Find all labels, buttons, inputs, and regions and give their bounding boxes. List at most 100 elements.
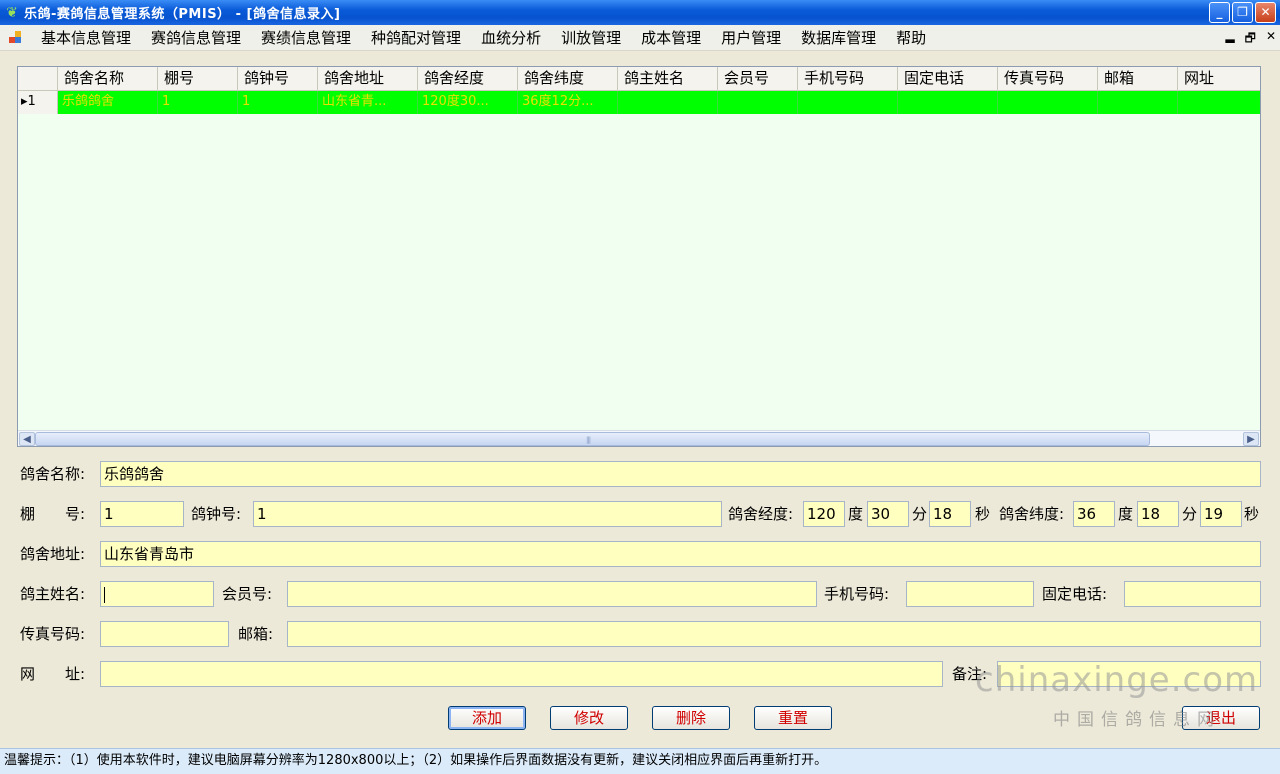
column-header[interactable]: 固定电话 xyxy=(898,67,998,90)
latitude-label: 鸽舍纬度: xyxy=(999,505,1065,523)
mdi-restore-button[interactable]: 🗗 xyxy=(1245,29,1256,50)
website-input[interactable] xyxy=(100,661,943,687)
table-row[interactable]: ▸1 乐鸽鸽舍 1 1 山东省青... 120度30... 36度12分... xyxy=(18,91,1260,114)
column-header[interactable]: 鸽舍纬度 xyxy=(518,67,618,90)
mdi-child-icon[interactable] xyxy=(9,30,23,45)
fax-input[interactable] xyxy=(100,621,229,647)
column-header[interactable]: 棚号 xyxy=(158,67,238,90)
longitude-second-input[interactable]: 18 xyxy=(929,501,971,527)
latitude-minute-input[interactable]: 18 xyxy=(1137,501,1179,527)
text-caret xyxy=(104,586,105,603)
column-header[interactable]: 手机号码 xyxy=(798,67,898,90)
loft-data-grid[interactable]: 鸽舍名称 棚号 鸽钟号 鸽舍地址 鸽舍经度 鸽舍纬度 鸽主姓名 会员号 手机号码… xyxy=(17,66,1261,447)
horizontal-scrollbar[interactable]: ◀ ||| ▶ xyxy=(18,430,1260,446)
menu-training[interactable]: 训放管理 xyxy=(551,26,631,50)
phone-label: 固定电话: xyxy=(1042,585,1108,603)
column-header[interactable]: 鸽主姓名 xyxy=(618,67,718,90)
latitude-second-unit: 秒 xyxy=(1244,505,1260,523)
menu-cost[interactable]: 成本管理 xyxy=(631,26,711,50)
clock-number-input[interactable]: 1 xyxy=(253,501,722,527)
loft-address-label: 鸽舍地址: xyxy=(20,545,86,563)
loft-number-input[interactable]: 1 xyxy=(100,501,184,527)
mdi-minimize-button[interactable]: ▂ xyxy=(1225,29,1234,50)
grid-corner[interactable] xyxy=(18,67,58,90)
member-number-label: 会员号: xyxy=(222,585,273,603)
grid-header: 鸽舍名称 棚号 鸽钟号 鸽舍地址 鸽舍经度 鸽舍纬度 鸽主姓名 会员号 手机号码… xyxy=(18,67,1260,91)
longitude-label: 鸽舍经度: xyxy=(728,505,794,523)
longitude-minute-input[interactable]: 30 xyxy=(867,501,909,527)
latitude-second-input[interactable]: 19 xyxy=(1200,501,1242,527)
minimize-button[interactable]: _ xyxy=(1209,2,1230,23)
mdi-controls: ▂ 🗗 ✕ xyxy=(1225,29,1276,50)
menu-breeding-pairs[interactable]: 种鸽配对管理 xyxy=(361,26,471,50)
scroll-grip-icon: ||| xyxy=(586,436,591,444)
column-header[interactable]: 会员号 xyxy=(718,67,798,90)
column-header[interactable]: 鸽钟号 xyxy=(238,67,318,90)
restore-button[interactable]: ❐ xyxy=(1232,2,1253,23)
email-input[interactable] xyxy=(287,621,1261,647)
latitude-minute-unit: 分 xyxy=(1182,505,1198,523)
table-cell[interactable] xyxy=(1178,91,1260,114)
mdi-close-button[interactable]: ✕ xyxy=(1266,29,1276,50)
table-cell[interactable]: 山东省青... xyxy=(318,91,418,114)
mobile-input[interactable] xyxy=(906,581,1034,607)
mobile-label: 手机号码: xyxy=(824,585,890,603)
menu-pedigree[interactable]: 血统分析 xyxy=(471,26,551,50)
latitude-degree-input[interactable]: 36 xyxy=(1073,501,1115,527)
column-header[interactable]: 传真号码 xyxy=(998,67,1098,90)
scroll-thumb[interactable]: ||| xyxy=(35,432,1150,446)
column-header[interactable]: 鸽舍地址 xyxy=(318,67,418,90)
add-button[interactable]: 添加 xyxy=(448,706,526,730)
menu-database[interactable]: 数据库管理 xyxy=(791,26,886,50)
close-button[interactable]: ✕ xyxy=(1255,2,1276,23)
menu-bar: 基本信息管理 赛鸽信息管理 赛绩信息管理 种鸽配对管理 血统分析 训放管理 成本… xyxy=(0,25,1280,51)
app-logo-icon: ❦ xyxy=(6,4,18,21)
latitude-degree-unit: 度 xyxy=(1118,505,1134,523)
loft-number-label: 棚 号: xyxy=(20,505,86,523)
table-cell[interactable]: 36度12分... xyxy=(518,91,618,114)
email-label: 邮箱: xyxy=(238,625,274,643)
longitude-minute-unit: 分 xyxy=(912,505,928,523)
delete-button[interactable]: 删除 xyxy=(652,706,730,730)
column-header[interactable]: 鸽舍名称 xyxy=(58,67,158,90)
menu-help[interactable]: 帮助 xyxy=(886,26,936,50)
column-header[interactable]: 网址 xyxy=(1178,67,1260,90)
menu-basic-info[interactable]: 基本信息管理 xyxy=(31,26,141,50)
status-bar: 温馨提示：（1）使用本软件时，建议电脑屏幕分辨率为1280x800以上；（2）如… xyxy=(0,748,1280,774)
table-cell[interactable] xyxy=(998,91,1098,114)
menu-users[interactable]: 用户管理 xyxy=(711,26,791,50)
longitude-degree-unit: 度 xyxy=(848,505,864,523)
title-bar[interactable]: ❦ 乐鸽-赛鸽信息管理系统（PMIS） - [鸽舍信息录入] _ ❐ ✕ xyxy=(0,0,1280,25)
loft-name-input[interactable]: 乐鸽鸽舍 xyxy=(100,461,1261,487)
watermark-site-name: 中国信鸽信息网 xyxy=(1053,710,1221,730)
table-cell[interactable] xyxy=(618,91,718,114)
table-cell[interactable] xyxy=(898,91,998,114)
table-cell[interactable]: 120度30... xyxy=(418,91,518,114)
longitude-degree-input[interactable]: 120 xyxy=(803,501,845,527)
owner-name-input[interactable] xyxy=(100,581,214,607)
table-cell[interactable] xyxy=(1098,91,1178,114)
loft-address-input[interactable]: 山东省青岛市 xyxy=(100,541,1261,567)
phone-input[interactable] xyxy=(1124,581,1261,607)
fax-label: 传真号码: xyxy=(20,625,86,643)
website-label: 网 址: xyxy=(20,665,86,683)
edit-button[interactable]: 修改 xyxy=(550,706,628,730)
table-cell[interactable]: 乐鸽鸽舍 xyxy=(58,91,158,114)
scroll-right-icon[interactable]: ▶ xyxy=(1243,432,1259,446)
menu-race-results[interactable]: 赛绩信息管理 xyxy=(251,26,361,50)
table-cell[interactable] xyxy=(798,91,898,114)
column-header[interactable]: 鸽舍经度 xyxy=(418,67,518,90)
loft-name-label: 鸽舍名称: xyxy=(20,465,86,483)
column-header[interactable]: 邮箱 xyxy=(1098,67,1178,90)
table-cell[interactable]: 1 xyxy=(238,91,318,114)
longitude-second-unit: 秒 xyxy=(975,505,991,523)
member-number-input[interactable] xyxy=(287,581,817,607)
menu-racing-pigeon[interactable]: 赛鸽信息管理 xyxy=(141,26,251,50)
scroll-left-icon[interactable]: ◀ xyxy=(19,432,35,446)
window-title: 乐鸽-赛鸽信息管理系统（PMIS） - [鸽舍信息录入] xyxy=(24,7,341,22)
watermark-domain: chinaxinge.com xyxy=(975,660,1259,700)
reset-button[interactable]: 重置 xyxy=(754,706,832,730)
table-cell[interactable] xyxy=(718,91,798,114)
row-indicator[interactable]: ▸1 xyxy=(18,91,58,114)
table-cell[interactable]: 1 xyxy=(158,91,238,114)
